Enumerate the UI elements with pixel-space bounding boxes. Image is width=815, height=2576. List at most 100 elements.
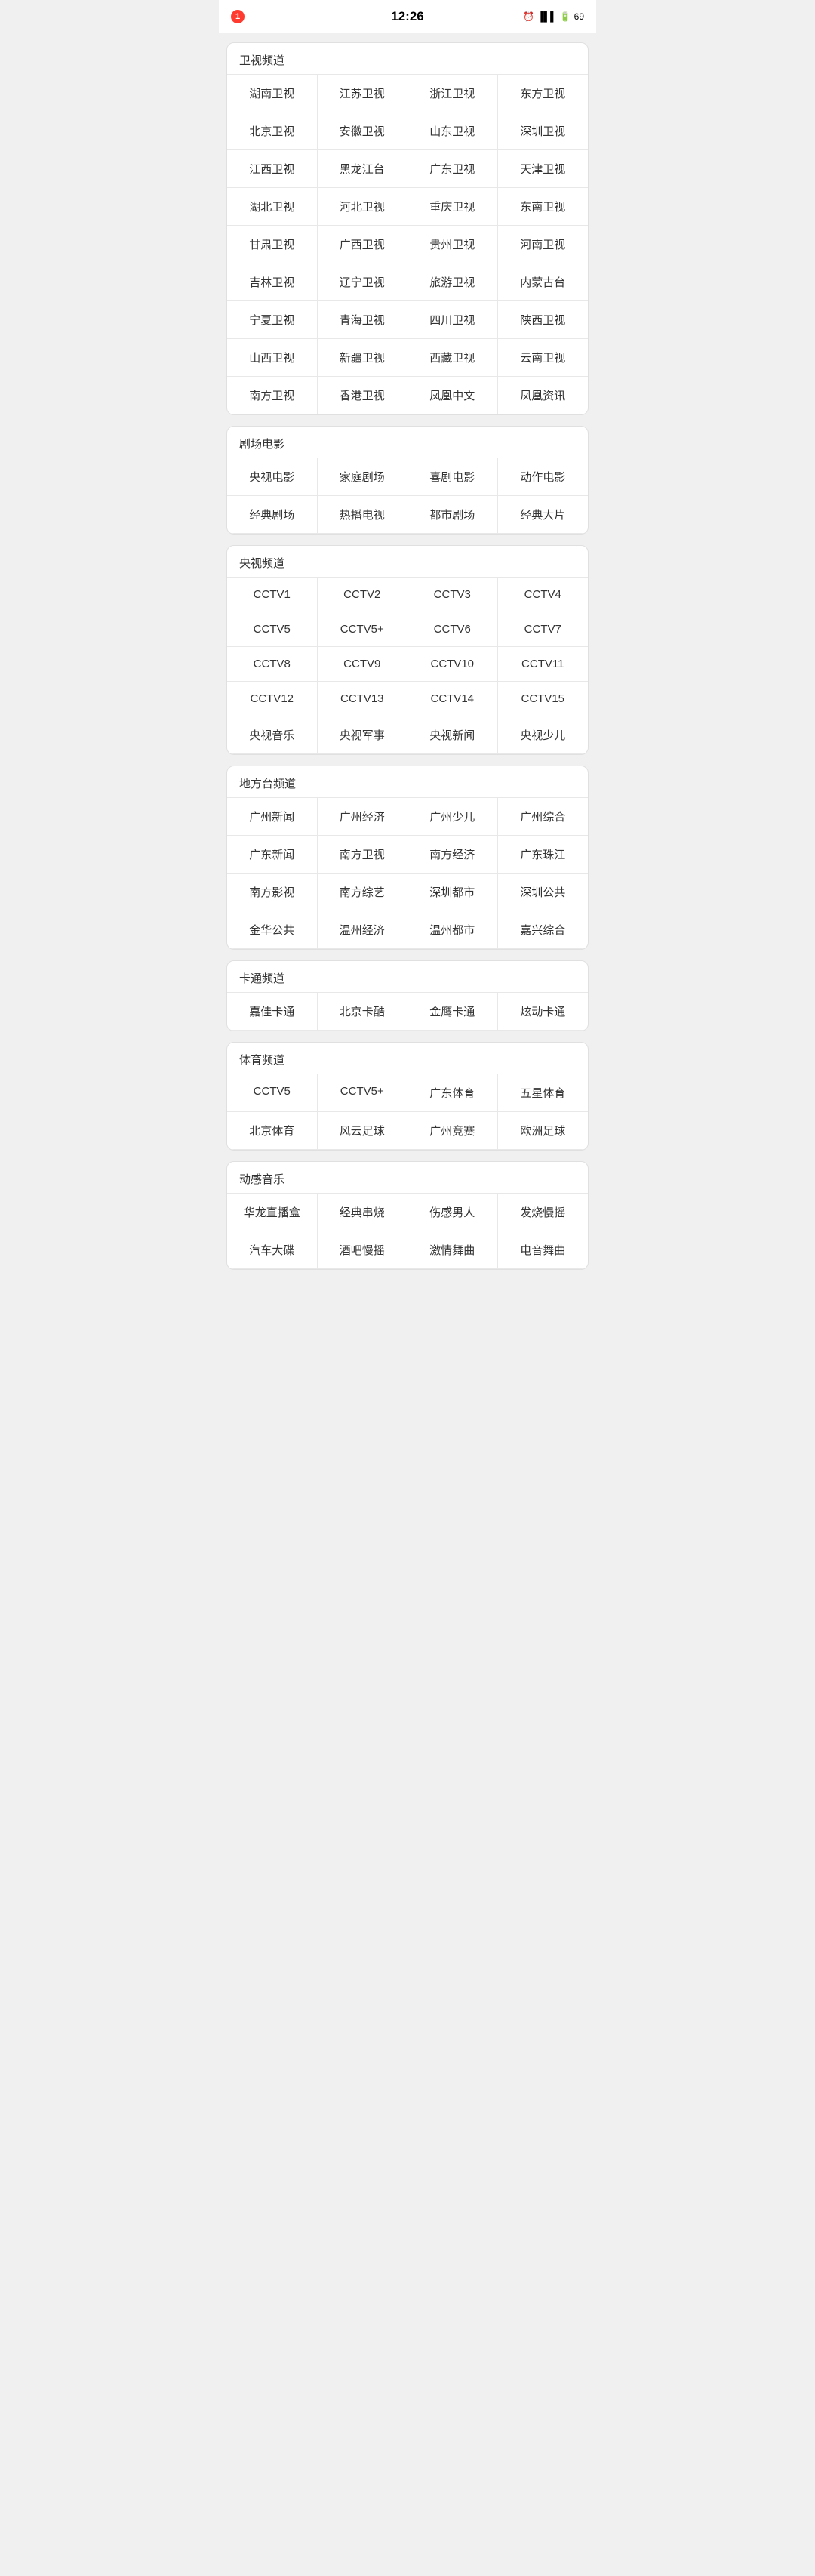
channel-cell[interactable]: 东方卫视 <box>498 75 589 112</box>
channel-cell[interactable]: 湖南卫视 <box>227 75 318 112</box>
channel-cell[interactable]: CCTV6 <box>408 612 498 647</box>
channel-cell[interactable]: 发烧慢摇 <box>498 1194 589 1231</box>
channel-cell[interactable]: 陕西卫视 <box>498 301 589 339</box>
channel-cell[interactable]: 浙江卫视 <box>408 75 498 112</box>
channel-cell[interactable]: 南方综艺 <box>318 874 408 911</box>
channel-cell[interactable]: CCTV5 <box>227 1074 318 1112</box>
channel-cell[interactable]: 云南卫视 <box>498 339 589 377</box>
channel-cell[interactable]: CCTV5 <box>227 612 318 647</box>
channel-cell[interactable]: CCTV5+ <box>318 612 408 647</box>
channel-cell[interactable]: 深圳卫视 <box>498 112 589 150</box>
channel-cell[interactable]: 都市剧场 <box>408 496 498 534</box>
channel-cell[interactable]: 华龙直播盒 <box>227 1194 318 1231</box>
channel-cell[interactable]: CCTV8 <box>227 647 318 682</box>
channel-cell[interactable]: 江苏卫视 <box>318 75 408 112</box>
channel-cell[interactable]: CCTV3 <box>408 578 498 612</box>
channel-cell[interactable]: 深圳都市 <box>408 874 498 911</box>
channel-cell[interactable]: 经典串烧 <box>318 1194 408 1231</box>
channel-cell[interactable]: 北京卫视 <box>227 112 318 150</box>
channel-cell[interactable]: 广州新闻 <box>227 798 318 836</box>
channel-cell[interactable]: 西藏卫视 <box>408 339 498 377</box>
channel-cell[interactable]: CCTV1 <box>227 578 318 612</box>
channel-cell[interactable]: 温州经济 <box>318 911 408 949</box>
channel-cell[interactable]: 央视音乐 <box>227 716 318 754</box>
channel-cell[interactable]: 山东卫视 <box>408 112 498 150</box>
channel-cell[interactable]: 吉林卫视 <box>227 263 318 301</box>
channel-cell[interactable]: CCTV11 <box>498 647 589 682</box>
channel-cell[interactable]: 北京体育 <box>227 1112 318 1150</box>
channel-cell[interactable]: 北京卡酷 <box>318 993 408 1031</box>
channel-cell[interactable]: CCTV7 <box>498 612 589 647</box>
channel-cell[interactable]: 青海卫视 <box>318 301 408 339</box>
channel-cell[interactable]: 央视少儿 <box>498 716 589 754</box>
channel-cell[interactable]: 热播电视 <box>318 496 408 534</box>
channel-cell[interactable]: 嘉兴综合 <box>498 911 589 949</box>
channel-cell[interactable]: 广州综合 <box>498 798 589 836</box>
channel-cell[interactable]: 温州都市 <box>408 911 498 949</box>
channel-cell[interactable]: 广州竞赛 <box>408 1112 498 1150</box>
channel-cell[interactable]: CCTV12 <box>227 682 318 716</box>
channel-cell[interactable]: 宁夏卫视 <box>227 301 318 339</box>
channel-cell[interactable]: 广东珠江 <box>498 836 589 874</box>
channel-cell[interactable]: 激情舞曲 <box>408 1231 498 1269</box>
channel-cell[interactable]: 金华公共 <box>227 911 318 949</box>
channel-cell[interactable]: 电音舞曲 <box>498 1231 589 1269</box>
channel-cell[interactable]: 广东体育 <box>408 1074 498 1112</box>
channel-cell[interactable]: 央视电影 <box>227 458 318 496</box>
channel-cell[interactable]: 汽车大碟 <box>227 1231 318 1269</box>
channel-cell[interactable]: CCTV2 <box>318 578 408 612</box>
channel-cell[interactable]: CCTV9 <box>318 647 408 682</box>
channel-cell[interactable]: 河北卫视 <box>318 188 408 226</box>
channel-cell[interactable]: CCTV10 <box>408 647 498 682</box>
channel-cell[interactable]: 广东新闻 <box>227 836 318 874</box>
channel-cell[interactable]: 黑龙江台 <box>318 150 408 188</box>
channel-cell[interactable]: 南方卫视 <box>318 836 408 874</box>
channel-cell[interactable]: 辽宁卫视 <box>318 263 408 301</box>
channel-cell[interactable]: 喜剧电影 <box>408 458 498 496</box>
channel-cell[interactable]: CCTV14 <box>408 682 498 716</box>
channel-cell[interactable]: 重庆卫视 <box>408 188 498 226</box>
channel-cell[interactable]: 凤凰资讯 <box>498 377 589 414</box>
channel-cell[interactable]: 深圳公共 <box>498 874 589 911</box>
channel-cell[interactable]: 伤感男人 <box>408 1194 498 1231</box>
channel-cell[interactable]: 动作电影 <box>498 458 589 496</box>
channel-cell[interactable]: 香港卫视 <box>318 377 408 414</box>
channel-cell[interactable]: 贵州卫视 <box>408 226 498 263</box>
channel-cell[interactable]: 旅游卫视 <box>408 263 498 301</box>
channel-cell[interactable]: 南方经济 <box>408 836 498 874</box>
channel-cell[interactable]: 凤凰中文 <box>408 377 498 414</box>
channel-cell[interactable]: 广州少儿 <box>408 798 498 836</box>
channel-cell[interactable]: 酒吧慢摇 <box>318 1231 408 1269</box>
channel-cell[interactable]: 欧洲足球 <box>498 1112 589 1150</box>
channel-cell[interactable]: 经典大片 <box>498 496 589 534</box>
channel-cell[interactable]: 金鹰卡通 <box>408 993 498 1031</box>
channel-cell[interactable]: 甘肃卫视 <box>227 226 318 263</box>
channel-cell[interactable]: 新疆卫视 <box>318 339 408 377</box>
channel-cell[interactable]: 风云足球 <box>318 1112 408 1150</box>
channel-cell[interactable]: 江西卫视 <box>227 150 318 188</box>
channel-cell[interactable]: 嘉佳卡通 <box>227 993 318 1031</box>
channel-cell[interactable]: 湖北卫视 <box>227 188 318 226</box>
channel-cell[interactable]: 五星体育 <box>498 1074 589 1112</box>
channel-cell[interactable]: 南方影视 <box>227 874 318 911</box>
channel-cell[interactable]: 天津卫视 <box>498 150 589 188</box>
channel-cell[interactable]: 内蒙古台 <box>498 263 589 301</box>
channel-cell[interactable]: 山西卫视 <box>227 339 318 377</box>
channel-cell[interactable]: 四川卫视 <box>408 301 498 339</box>
channel-cell[interactable]: 央视新闻 <box>408 716 498 754</box>
channel-cell[interactable]: CCTV4 <box>498 578 589 612</box>
channel-cell[interactable]: 南方卫视 <box>227 377 318 414</box>
channel-cell[interactable]: 河南卫视 <box>498 226 589 263</box>
channel-cell[interactable]: 炫动卡通 <box>498 993 589 1031</box>
channel-cell[interactable]: 央视军事 <box>318 716 408 754</box>
channel-cell[interactable]: 家庭剧场 <box>318 458 408 496</box>
channel-cell[interactable]: CCTV15 <box>498 682 589 716</box>
channel-cell[interactable]: 广东卫视 <box>408 150 498 188</box>
channel-cell[interactable]: 广西卫视 <box>318 226 408 263</box>
channel-cell[interactable]: 安徽卫视 <box>318 112 408 150</box>
channel-cell[interactable]: 经典剧场 <box>227 496 318 534</box>
channel-cell[interactable]: CCTV5+ <box>318 1074 408 1112</box>
channel-cell[interactable]: CCTV13 <box>318 682 408 716</box>
channel-cell[interactable]: 广州经济 <box>318 798 408 836</box>
channel-cell[interactable]: 东南卫视 <box>498 188 589 226</box>
